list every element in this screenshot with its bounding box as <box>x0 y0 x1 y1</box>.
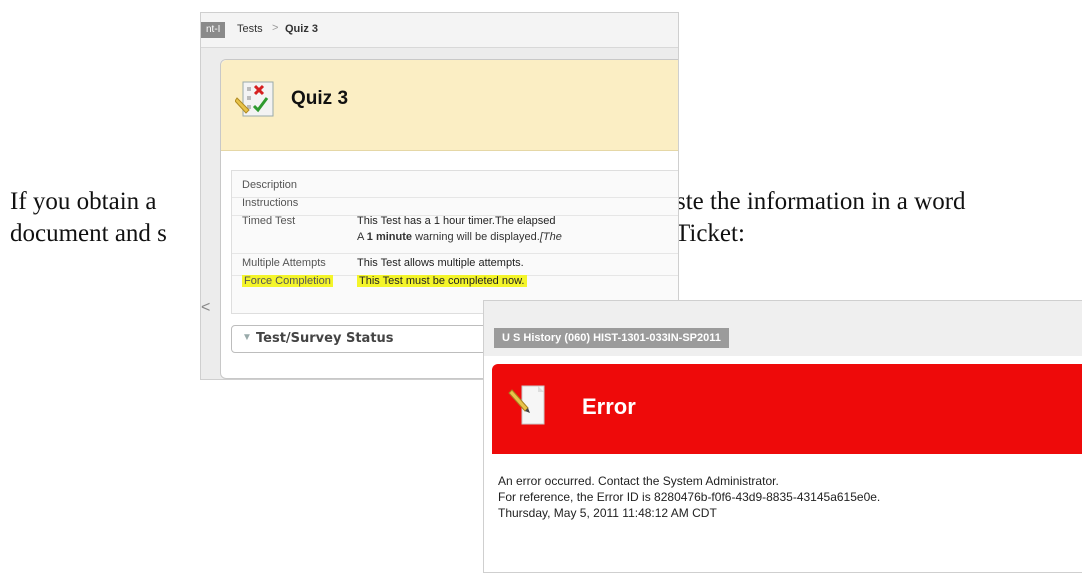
timed-warning-note: [The <box>539 231 562 243</box>
info-label: Timed Test <box>242 215 296 227</box>
timed-warning-post: warning will be displayed. <box>412 231 540 243</box>
document-line-1-left: If you obtain a <box>10 188 157 215</box>
info-row-instructions: Instructions <box>232 197 678 216</box>
document-line-2: document and s <box>10 220 167 248</box>
test-checklist-icon <box>235 81 274 117</box>
info-row-timed-test: Timed Test This Test has a 1 hour timer.… <box>232 215 678 254</box>
info-value: This Test allows multiple attempts. <box>357 257 524 269</box>
breadcrumb-tests-link[interactable]: Tests <box>237 23 263 35</box>
error-timestamp-line: Thursday, May 5, 2011 11:48:12 AM CDT <box>498 506 717 520</box>
status-section-label: Test/Survey Status <box>256 331 394 346</box>
breadcrumb-current: Quiz 3 <box>285 23 319 35</box>
info-row-description: Description <box>232 179 678 198</box>
document-pencil-icon <box>508 385 545 425</box>
info-label: Description <box>242 179 298 191</box>
info-label: Multiple Attempts <box>242 257 326 269</box>
error-message: An error occurred. Contact the System Ad… <box>498 473 880 521</box>
info-row-force-completion: Force Completion This Test must be compl… <box>232 275 678 293</box>
timed-warning-pre: A <box>357 231 367 243</box>
document-line-2-left: document and s <box>10 220 167 247</box>
timed-warning-duration: 1 minute <box>366 231 413 243</box>
collapse-arrow-icon: ▼ <box>242 332 252 343</box>
info-label: Instructions <box>242 197 299 209</box>
page-title: Quiz 3 <box>291 88 349 109</box>
quiz-header: Quiz 3 <box>221 60 678 151</box>
info-value: This Test must be completed now. <box>357 275 527 287</box>
error-title: Error <box>582 394 636 419</box>
info-label: Force Completion <box>242 275 333 287</box>
course-tab[interactable]: nt-I <box>201 22 226 38</box>
error-message-line: An error occurred. Contact the System Ad… <box>498 474 779 488</box>
test-info-table: Description Instructions Timed Test This… <box>231 170 678 314</box>
document-line-1: If you obtain a <box>10 188 156 216</box>
course-header-bar: U S History (060) HIST-1301-033IN-SP2011 <box>484 301 1082 356</box>
error-banner: Error <box>492 364 1082 454</box>
info-row-multiple-attempts: Multiple Attempts This Test allows multi… <box>232 257 678 276</box>
info-value: This Test has a 1 hour timer.The elapsed <box>357 215 556 227</box>
error-id-line: For reference, the Error ID is 8280476b-… <box>498 490 881 504</box>
scroll-left-arrow[interactable]: < <box>201 298 211 318</box>
timed-warning-text: A 1 minute warning will be displayed.[Th… <box>357 231 562 243</box>
document-line-1-right: ste the information in a word <box>676 188 966 215</box>
error-screenshot: U S History (060) HIST-1301-033IN-SP2011… <box>483 300 1082 573</box>
breadcrumb: nt-I Tests > Quiz 3 <box>201 13 678 48</box>
breadcrumb-separator: > <box>272 22 279 34</box>
document-line-2-right: Ticket: <box>675 220 745 247</box>
course-name-badge[interactable]: U S History (060) HIST-1301-033IN-SP2011 <box>494 328 729 348</box>
